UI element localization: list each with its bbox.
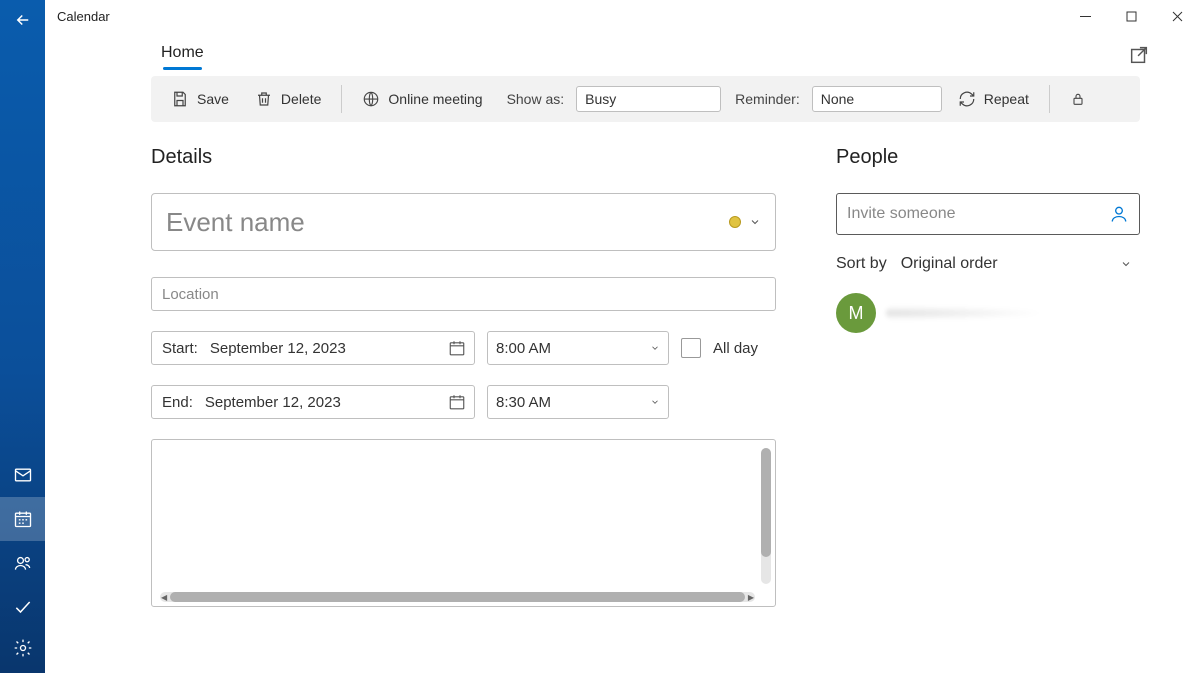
start-time-select[interactable]: 8:00 AM — [487, 331, 669, 365]
maximize-icon — [1126, 11, 1137, 22]
rail-calendar[interactable] — [0, 497, 45, 541]
chevron-down-icon — [650, 397, 660, 407]
location-input[interactable] — [162, 286, 765, 303]
title-bar: Calendar — [45, 0, 1200, 32]
arrow-left-icon — [14, 11, 32, 29]
allday-label: All day — [713, 340, 758, 357]
window-title: Calendar — [57, 9, 110, 24]
event-name-input[interactable] — [166, 207, 729, 238]
gear-icon — [13, 638, 33, 658]
calendar-icon — [13, 509, 33, 529]
popout-icon — [1128, 44, 1150, 66]
minimize-icon — [1080, 11, 1091, 22]
save-icon — [171, 90, 189, 108]
save-label: Save — [197, 91, 229, 107]
category-dropdown[interactable] — [749, 216, 761, 228]
category-color-dot — [729, 216, 741, 228]
repeat-label: Repeat — [984, 91, 1029, 107]
start-date-picker[interactable]: Start: September 12, 2023 — [151, 331, 475, 365]
end-label: End: — [162, 394, 193, 411]
delete-button[interactable]: Delete — [245, 84, 331, 114]
end-time-select[interactable]: 8:30 AM — [487, 385, 669, 419]
chevron-down-icon — [749, 216, 761, 228]
avatar: M — [836, 293, 876, 333]
person-icon — [1109, 204, 1129, 224]
reminder-label: Reminder: — [727, 91, 800, 107]
sort-select[interactable]: Original order — [901, 255, 1140, 273]
rail-todo[interactable] — [0, 585, 45, 629]
show-as-label: Show as: — [499, 91, 565, 107]
main-area: Calendar Home Save Del — [45, 0, 1200, 673]
repeat-button[interactable]: Repeat — [948, 84, 1039, 114]
show-as-value: Busy — [585, 91, 616, 107]
globe-icon — [362, 90, 380, 108]
description-textarea[interactable] — [180, 448, 755, 583]
calendar-icon — [448, 339, 466, 357]
people-title: People — [836, 146, 1140, 169]
start-date-value: September 12, 2023 — [210, 340, 448, 357]
invite-field[interactable] — [836, 193, 1140, 235]
left-rail — [0, 0, 45, 673]
save-button[interactable]: Save — [161, 84, 239, 114]
sort-label: Sort by — [836, 255, 887, 273]
sort-value: Original order — [901, 255, 998, 273]
horizontal-scrollbar[interactable]: ◀▶ — [160, 592, 755, 602]
separator — [1049, 85, 1050, 113]
reminder-value: None — [821, 91, 854, 107]
end-row: End: September 12, 2023 8:30 AM — [151, 385, 776, 419]
back-button[interactable] — [0, 0, 45, 40]
window-controls — [1062, 0, 1200, 32]
minimize-button[interactable] — [1062, 0, 1108, 32]
location-field[interactable] — [151, 277, 776, 311]
delete-label: Delete — [281, 91, 321, 107]
attendee-item[interactable]: M — [836, 293, 1140, 333]
sort-row: Sort by Original order — [836, 255, 1140, 273]
end-date-picker[interactable]: End: September 12, 2023 — [151, 385, 475, 419]
people-column: People Sort by Original order M — [836, 146, 1140, 607]
tab-row: Home — [135, 32, 1170, 70]
mail-icon — [13, 465, 33, 485]
rail-people[interactable] — [0, 541, 45, 585]
close-icon — [1172, 11, 1183, 22]
private-button[interactable] — [1060, 85, 1096, 113]
event-name-field[interactable] — [151, 193, 776, 251]
lock-icon — [1070, 91, 1086, 107]
rail-settings[interactable] — [0, 629, 45, 673]
start-row: Start: September 12, 2023 8:00 AM All da… — [151, 331, 776, 365]
rail-mail[interactable] — [0, 453, 45, 497]
trash-icon — [255, 90, 273, 108]
details-column: Details Start: September 12, 2023 8:00 — [151, 146, 776, 607]
reminder-select[interactable]: None — [812, 86, 942, 112]
repeat-icon — [958, 90, 976, 108]
popout-button[interactable] — [1124, 40, 1154, 70]
close-button[interactable] — [1154, 0, 1200, 32]
checkmark-icon — [13, 597, 33, 617]
allday-checkbox[interactable] — [681, 338, 701, 358]
chevron-down-icon — [1120, 258, 1132, 270]
avatar-initial: M — [849, 303, 864, 324]
end-date-value: September 12, 2023 — [205, 394, 448, 411]
chevron-down-icon — [650, 343, 660, 353]
start-label: Start: — [162, 340, 198, 357]
separator — [341, 85, 342, 113]
online-meeting-label: Online meeting — [388, 91, 482, 107]
end-time-value: 8:30 AM — [496, 394, 551, 411]
show-as-select[interactable]: Busy — [576, 86, 721, 112]
details-title: Details — [151, 146, 776, 169]
online-meeting-button[interactable]: Online meeting — [352, 84, 492, 114]
toolbar: Save Delete Online meeting Show as: Busy… — [151, 76, 1140, 122]
invite-input[interactable] — [847, 205, 1109, 223]
attendee-name-redacted — [886, 306, 1046, 320]
tab-home-label: Home — [161, 44, 204, 61]
people-icon — [13, 553, 33, 573]
maximize-button[interactable] — [1108, 0, 1154, 32]
calendar-icon — [448, 393, 466, 411]
content: Details Start: September 12, 2023 8:00 — [45, 122, 1200, 607]
tab-home[interactable]: Home — [151, 40, 214, 70]
start-time-value: 8:00 AM — [496, 340, 551, 357]
description-field[interactable]: ◀▶ — [151, 439, 776, 607]
vertical-scrollbar[interactable] — [761, 448, 771, 584]
